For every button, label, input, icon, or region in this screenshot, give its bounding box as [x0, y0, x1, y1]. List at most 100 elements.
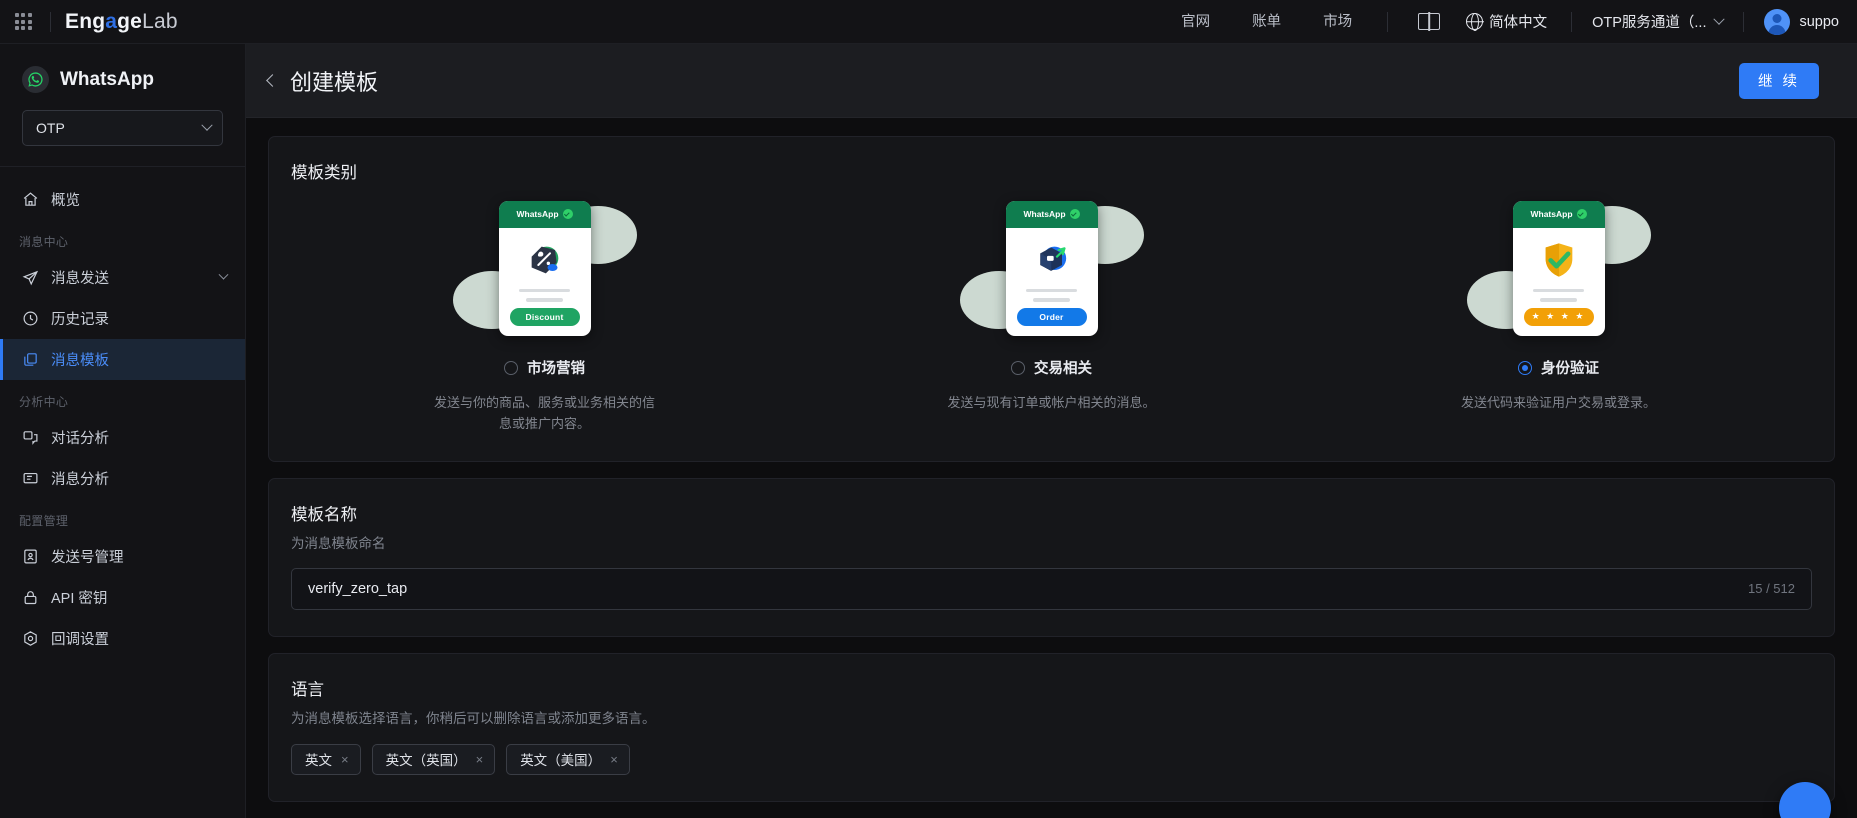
sidebar-item-overview[interactable]: 概览: [0, 179, 245, 220]
app-select[interactable]: OTP: [22, 110, 223, 146]
phone-header-label: WhatsApp: [1530, 209, 1573, 219]
sidebar-item-label: 历史记录: [51, 312, 109, 328]
sidebar: WhatsApp OTP 概览 消息中心 消息发送 历史记录 消息模板 分析中心 对话分析消…: [0, 44, 246, 818]
remove-tag-icon[interactable]: ×: [476, 753, 484, 766]
category-label: 市场营销: [527, 361, 585, 377]
language-title: 语言: [291, 680, 324, 699]
remove-tag-icon[interactable]: ×: [341, 753, 349, 766]
template-name-input-wrap[interactable]: 15 / 512: [291, 567, 1812, 610]
brand-logo[interactable]: Eng a ge Lab: [65, 10, 178, 34]
chevron-down-icon: [201, 119, 213, 131]
sidebar-item-history[interactable]: 历史记录: [0, 298, 245, 339]
category-radio-row[interactable]: 市场营销: [504, 357, 585, 378]
header-nav-marketplace[interactable]: 市场: [1302, 0, 1373, 44]
header-nav-official-site[interactable]: 官网: [1160, 0, 1231, 44]
sidebar-item-send[interactable]: 消息发送: [0, 257, 245, 298]
language-tags: 英文 × 英文（英国） × 英文（美国） ×: [291, 743, 1812, 775]
sidebar-item-conversation-analytics[interactable]: 对话分析: [0, 417, 245, 458]
phone-header-label: WhatsApp: [1023, 209, 1066, 219]
chevron-left-icon[interactable]: [266, 74, 279, 87]
remove-tag-icon[interactable]: ×: [610, 753, 618, 766]
category-card: 模板类别 WhatsApp Discount 市场营销 发送与你的商品、服务或业务相关…: [268, 136, 1835, 462]
phone-mockup: WhatsApp Order: [1005, 200, 1098, 336]
discount-tag-icon: [525, 240, 565, 280]
category-radio-row[interactable]: 身份验证: [1518, 357, 1599, 378]
sidebar-channel-row: WhatsApp: [22, 66, 223, 93]
language-tag-label: 英文（英国）: [385, 753, 467, 769]
category-label: 身份验证: [1541, 361, 1599, 377]
shield-check-icon: [1539, 240, 1579, 280]
globe-icon: [1466, 13, 1484, 30]
template-name-input[interactable]: [308, 580, 1748, 597]
category-preview: WhatsApp Order: [954, 197, 1150, 339]
top-header-bar: Eng a ge Lab 官网 账单 市场 简体中文 OTP服务通道（... supp…: [0, 0, 1857, 44]
sidebar-item-label: 概览: [51, 193, 80, 209]
phone-cta-button: ★ ★ ★ ★: [1523, 307, 1594, 326]
category-radio[interactable]: [1011, 360, 1025, 375]
template-name-counter: 15 / 512: [1748, 581, 1795, 597]
avatar: [1764, 8, 1791, 35]
book-icon[interactable]: [1418, 13, 1441, 30]
channel-selector[interactable]: OTP服务通道（...: [1586, 11, 1729, 32]
phone-number-icon: [22, 548, 39, 565]
template-icon: [22, 351, 39, 368]
phone-header: WhatsApp: [498, 200, 591, 228]
category-preview: WhatsApp ★ ★ ★ ★: [1461, 197, 1657, 339]
app-select-value: OTP: [36, 120, 65, 136]
brand-part2: ge: [117, 9, 143, 33]
sidebar-item-templates[interactable]: 消息模板: [0, 339, 245, 380]
header-divider-3: [1571, 11, 1573, 32]
verified-badge-icon: [1576, 209, 1587, 219]
sidebar-item-api-key[interactable]: API 密钥: [0, 577, 245, 618]
channel-label: OTP服务通道（...: [1592, 15, 1707, 31]
chevron-down-icon: [1713, 13, 1726, 25]
category-radio-row[interactable]: 交易相关: [1011, 357, 1092, 378]
chevron-down-icon[interactable]: [218, 269, 229, 280]
category-options: WhatsApp Discount 市场营销 发送与你的商品、服务或业务相关的信息或推…: [291, 197, 1812, 435]
category-label: 交易相关: [1034, 361, 1092, 377]
placeholder-line: [1033, 298, 1070, 302]
category-option-authentication[interactable]: WhatsApp ★ ★ ★ ★ 身份验证发送代码来验证用户交易或登录。: [1305, 197, 1812, 435]
template-name-sub: 为消息模板命名: [291, 535, 386, 551]
sidebar-group-label: 分析中心: [19, 395, 69, 409]
brand-part3: Lab: [142, 9, 178, 33]
template-name-card: 模板名称 为消息模板命名 15 / 512: [268, 477, 1835, 637]
home-icon: [22, 191, 39, 208]
conversation-analytics-icon: [22, 429, 39, 446]
user-menu[interactable]: suppo: [1758, 8, 1839, 35]
category-radio[interactable]: [1518, 360, 1532, 375]
message-analytics-icon: [22, 470, 39, 487]
phone-header-label: WhatsApp: [516, 209, 559, 219]
language-tag: 英文（英国） ×: [371, 743, 496, 775]
package-shipping-icon: [1032, 240, 1072, 280]
sidebar-item-sender-numbers[interactable]: 发送号管理: [0, 536, 245, 577]
category-title: 模板类别: [291, 164, 357, 182]
language-tag-label: 英文: [305, 753, 332, 769]
category-description: 发送与现有订单或帐户相关的消息。: [947, 395, 1156, 410]
verified-badge-icon: [1069, 209, 1080, 219]
phone-body: ★ ★ ★ ★: [1513, 228, 1605, 336]
language-selector[interactable]: 简体中文: [1456, 11, 1557, 32]
brand-accent: a: [105, 9, 118, 33]
page-title: 创建模板: [290, 69, 379, 95]
continue-button[interactable]: 继 续: [1738, 62, 1819, 99]
history-icon: [22, 310, 39, 327]
sidebar-item-label: 发送号管理: [51, 550, 124, 566]
grid-apps-icon[interactable]: [10, 9, 36, 35]
phone-mockup: WhatsApp Discount: [498, 200, 591, 336]
category-description: 发送代码来验证用户交易或登录。: [1460, 395, 1656, 410]
header-nav: 官网 账单 市场: [1160, 0, 1373, 44]
header-divider: [50, 11, 51, 32]
category-option-utility[interactable]: WhatsApp Order 交易相关发送与现有订单或帐户相关的消息。: [798, 197, 1305, 435]
language-tag-label: 英文（美国）: [520, 753, 602, 769]
placeholder-line: [526, 298, 563, 302]
phone-mockup: WhatsApp ★ ★ ★ ★: [1512, 200, 1605, 336]
sidebar-item-callback[interactable]: 回调设置: [0, 618, 245, 659]
placeholder-line: [518, 288, 571, 292]
user-name: suppo: [1799, 13, 1839, 30]
category-option-marketing[interactable]: WhatsApp Discount 市场营销 发送与你的商品、服务或业务相关的信息或推…: [291, 197, 798, 435]
phone-cta-button: Order: [1016, 307, 1087, 326]
category-radio[interactable]: [504, 360, 518, 375]
sidebar-item-message-analytics[interactable]: 消息分析: [0, 458, 245, 499]
header-nav-billing[interactable]: 账单: [1231, 0, 1302, 44]
